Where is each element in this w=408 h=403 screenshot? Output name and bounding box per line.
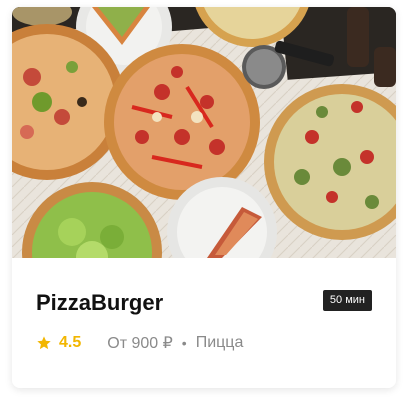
restaurant-info: PizzaBurger 50 мин 4.5 От 900 ₽ • Пицца <box>12 258 396 388</box>
restaurant-name[interactable]: PizzaBurger <box>36 290 163 316</box>
restaurant-card[interactable]: PizzaBurger 50 мин 4.5 От 900 ₽ • Пицца <box>12 7 396 388</box>
star-icon <box>37 336 51 350</box>
restaurant-photo <box>12 7 396 258</box>
category-label: Пицца <box>195 334 244 351</box>
rating-value: 4.5 <box>59 334 82 351</box>
delivery-time-badge: 50 мин <box>322 290 372 311</box>
meta-separator: • <box>181 335 187 351</box>
restaurant-meta: 4.5 От 900 ₽ • Пицца <box>36 332 243 354</box>
price-label: От 900 ₽ <box>107 335 173 352</box>
